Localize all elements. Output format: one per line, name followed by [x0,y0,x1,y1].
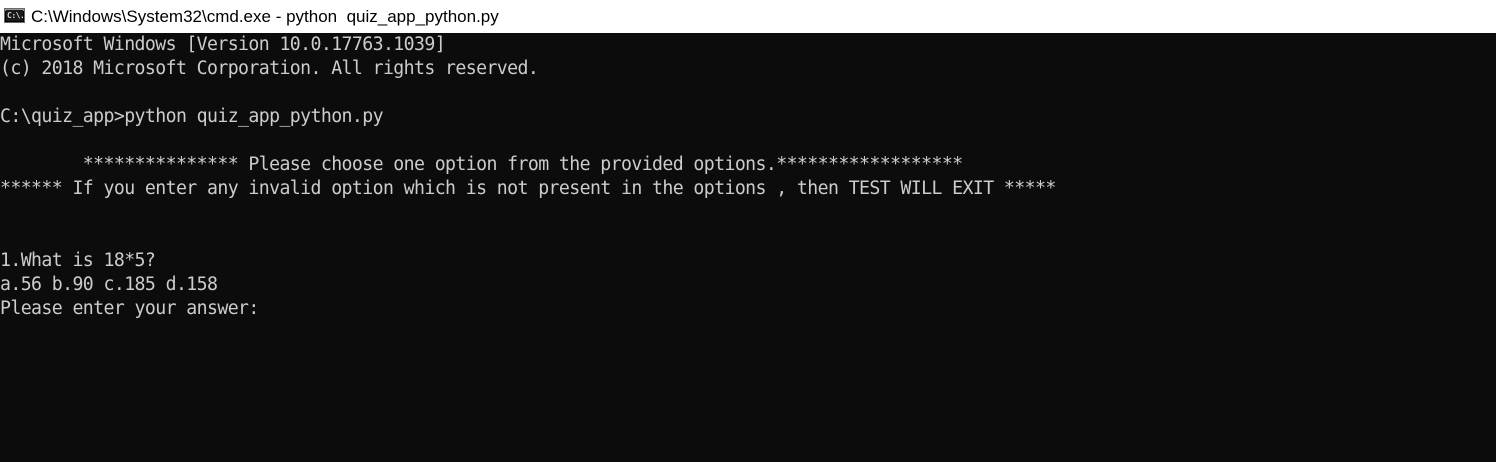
console-line-instruction: *************** Please choose one option… [0,154,963,175]
console-line-version: Microsoft Windows [Version 10.0.17763.10… [0,34,446,55]
console-line-blank [0,129,1496,153]
cmd-console-icon[interactable]: C:\. [4,8,25,23]
console-line-blank [0,201,1496,225]
console-line-blank [0,225,1496,249]
console-line-copyright: (c) 2018 Microsoft Corporation. All righ… [0,58,539,79]
text-cursor [269,315,279,318]
answer-prompt: Please enter your answer: [0,298,270,319]
console-line-blank [0,81,1496,105]
console-output[interactable]: Microsoft Windows [Version 10.0.17763.10… [0,33,1496,462]
console-line-question: 1.What is 18*5? [0,250,156,271]
console-line-command: C:\quiz_app>python quiz_app_python.py [0,106,384,127]
cmd-window: C:\. C:\Windows\System32\cmd.exe - pytho… [0,0,1496,462]
icon-glyph: C:\. [6,10,23,21]
title-bar[interactable]: C:\. C:\Windows\System32\cmd.exe - pytho… [0,0,1496,33]
console-line-options: a.56 b.90 c.185 d.158 [0,274,218,295]
console-line-warning: ****** If you enter any invalid option w… [0,178,1056,199]
answer-prompt-line[interactable]: Please enter your answer: [0,297,1496,321]
window-title: C:\Windows\System32\cmd.exe - python qui… [31,7,499,26]
